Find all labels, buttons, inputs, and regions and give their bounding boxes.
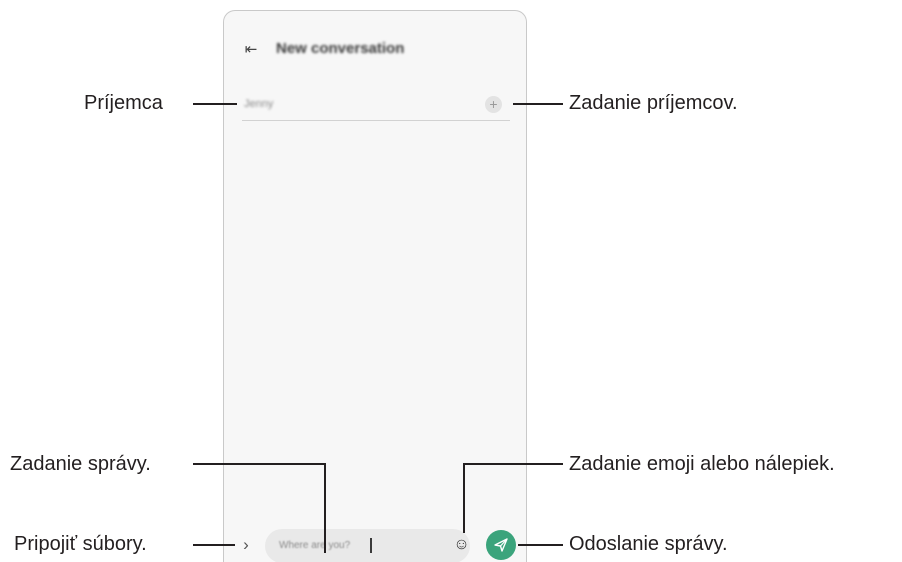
recipient-name: Jenny (244, 98, 274, 110)
back-arrow-icon[interactable]: ⇤ (242, 41, 260, 59)
callout-line-enter-message-v (324, 463, 326, 553)
divider (242, 120, 510, 121)
add-recipient-button[interactable]: + (485, 96, 502, 113)
callout-line-recipient (193, 103, 237, 105)
callout-line-emoji-h (463, 463, 563, 465)
paper-plane-icon (494, 538, 508, 552)
recipient-field[interactable]: Jenny + (242, 93, 510, 123)
callout-line-send (518, 544, 563, 546)
text-cursor (370, 538, 372, 553)
callout-line-attach (193, 544, 235, 546)
callout-enter-message: Zadanie správy. (10, 453, 151, 475)
smiley-icon[interactable]: ☺ (453, 536, 470, 553)
app-bar: ⇤ New conversation (224, 11, 526, 83)
plus-icon: + (489, 96, 498, 112)
message-input[interactable]: Where are you? (265, 529, 470, 562)
callout-emoji-stickers: Zadanie emoji alebo nálepiek. (569, 453, 835, 475)
callout-send-message: Odoslanie správy. (569, 533, 728, 555)
callout-enter-recipients: Zadanie príjemcov. (569, 92, 738, 114)
callout-line-enter-recipients (513, 103, 563, 105)
callout-line-emoji-v (463, 463, 465, 533)
page-title: New conversation (276, 40, 405, 57)
phone-screen: ⇤ New conversation Jenny + › Where are y… (223, 10, 527, 562)
callout-attach-files: Pripojiť súbory. (14, 533, 147, 555)
chevron-right-icon[interactable]: › (238, 536, 254, 554)
send-button[interactable] (486, 530, 516, 560)
callout-line-enter-message-h (193, 463, 326, 465)
callout-recipient: Príjemca (84, 92, 163, 114)
message-text: Where are you? (279, 540, 351, 551)
